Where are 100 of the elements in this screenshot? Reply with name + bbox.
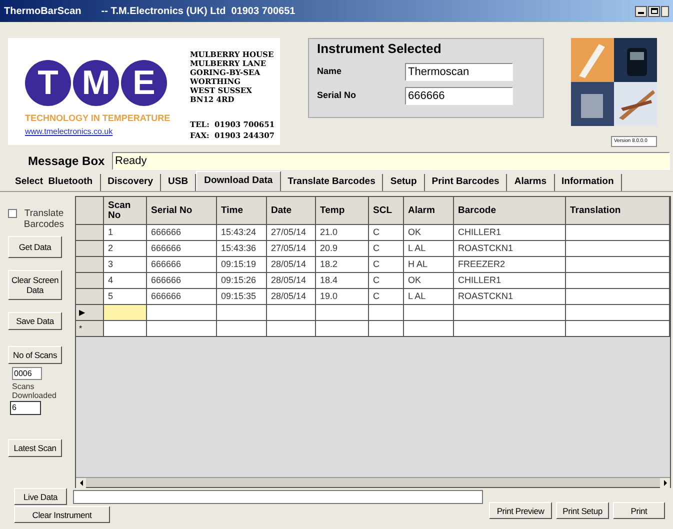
scroll-left-icon[interactable] [76,478,86,488]
table-cell: 18.2 [316,257,369,273]
table-cell[interactable] [454,305,566,321]
no-of-scans-button[interactable]: No of Scans [8,346,62,364]
table-cell: L AL [404,241,454,257]
tab[interactable]: Download Data [196,171,281,191]
tab[interactable]: Print Barcodes [424,174,508,191]
scroll-right-icon[interactable] [660,478,670,488]
table-cell: 15:43:36 [217,241,267,257]
table-cell[interactable] [316,305,369,321]
table-cell[interactable] [566,321,670,337]
table-cell[interactable] [566,305,670,321]
row-header[interactable] [76,289,104,305]
logo-letter: M [73,60,119,106]
table-cell: C [369,257,404,273]
table-cell: 666666 [147,289,217,305]
table-cell[interactable] [104,321,147,337]
table-cell: 3 [104,257,147,273]
print-setup-button[interactable]: Print Setup [556,502,609,519]
table-cell: 1 [104,225,147,241]
scans-downloaded-label: Scans Downloaded [12,382,58,400]
latest-scan-button[interactable]: Latest Scan [8,439,62,457]
table-cell: ROASTCKN1 [454,289,566,305]
tab[interactable]: Discovery [100,174,162,191]
tab[interactable]: Information [554,174,622,191]
table-cell[interactable] [217,321,267,337]
table-cell[interactable] [267,321,316,337]
get-data-button[interactable]: Get Data [8,236,62,258]
table-cell: ROASTCKN1 [454,241,566,257]
table-cell[interactable] [147,321,217,337]
table-cell[interactable] [267,305,316,321]
logo-tagline: TECHNOLOGY IN TEMPERATURE [25,112,170,125]
horizontal-scrollbar[interactable] [76,477,670,487]
print-preview-button[interactable]: Print Preview [489,502,552,519]
table-cell[interactable] [404,305,454,321]
message-box-label: Message Box [28,153,106,170]
maximize-button[interactable] [648,6,660,16]
window-title: ThermoBarScan [4,4,82,18]
table-cell: C [369,289,404,305]
table-cell: L AL [404,289,454,305]
field-label: Name [317,65,343,78]
table-cell: 09:15:35 [217,289,267,305]
table-cell: OK [404,273,454,289]
row-header[interactable] [76,241,104,257]
table-cell: 21.0 [316,225,369,241]
table-cell: 28/05/14 [267,273,316,289]
table-cell: 20.9 [316,241,369,257]
table-cell[interactable] [404,321,454,337]
table-cell: C [369,225,404,241]
save-data-button[interactable]: Save Data [8,312,62,330]
logo-letter: T [25,60,71,106]
clear-instrument-button[interactable]: Clear Instrument [14,506,110,523]
table-cell: 28/05/14 [267,289,316,305]
table-cell: 666666 [147,273,217,289]
table-cell: 5 [104,289,147,305]
input-field[interactable]: 666666 [405,87,513,105]
table-cell: 666666 [147,225,217,241]
table-cell: 09:15:19 [217,257,267,273]
table-cell[interactable] [316,321,369,337]
table-cell: 666666 [147,257,217,273]
tab[interactable]: Setup [383,174,425,191]
table-cell: 15:43:24 [217,225,267,241]
row-header[interactable] [76,257,104,273]
minimize-icon [638,12,644,14]
table-cell[interactable] [369,321,404,337]
tab[interactable]: Translate Barcodes [280,174,384,191]
table-cell[interactable] [369,305,404,321]
row-marker: ▶ [76,305,104,321]
message-box: Ready [112,152,670,170]
table-cell: 27/05/14 [267,241,316,257]
window-subtitle: -- T.M.Electronics (UK) Ltd 01903 700651 [101,4,296,18]
table-cell[interactable] [217,305,267,321]
table-cell[interactable] [147,305,217,321]
table-cell: CHILLER1 [454,273,566,289]
row-header[interactable] [76,225,104,241]
table-cell[interactable] [104,305,147,321]
row-header[interactable] [76,273,104,289]
table-cell: H AL [404,257,454,273]
live-data-field[interactable] [73,490,483,504]
table-cell[interactable] [454,321,566,337]
clear-screen-data-button[interactable]: Clear Screen Data [8,270,62,300]
row-marker: * [76,321,104,337]
checkbox[interactable] [8,209,17,218]
input-field[interactable]: Thermoscan [405,63,513,81]
scans-count-field[interactable]: 0006 [12,367,42,380]
maximize-icon [650,8,658,14]
logo-letter: E [121,60,167,106]
website-link[interactable]: www.tmelectronics.co.uk [25,126,113,138]
print-button[interactable]: Print [613,502,665,519]
table-cell: C [369,241,404,257]
tab[interactable]: Select Bluetooth [8,174,101,191]
tab[interactable]: Alarms [507,174,555,191]
instrument-title: Instrument Selected [317,41,442,57]
scans-downloaded-field[interactable]: 6 [10,401,41,415]
live-data-button[interactable]: Live Data [14,488,67,505]
checkbox-label: Translate Barcodes [22,208,66,230]
minimize-button[interactable] [635,6,647,16]
table-cell: 27/05/14 [267,225,316,241]
close-button[interactable] [661,6,669,16]
table-cell: CHILLER1 [454,225,566,241]
